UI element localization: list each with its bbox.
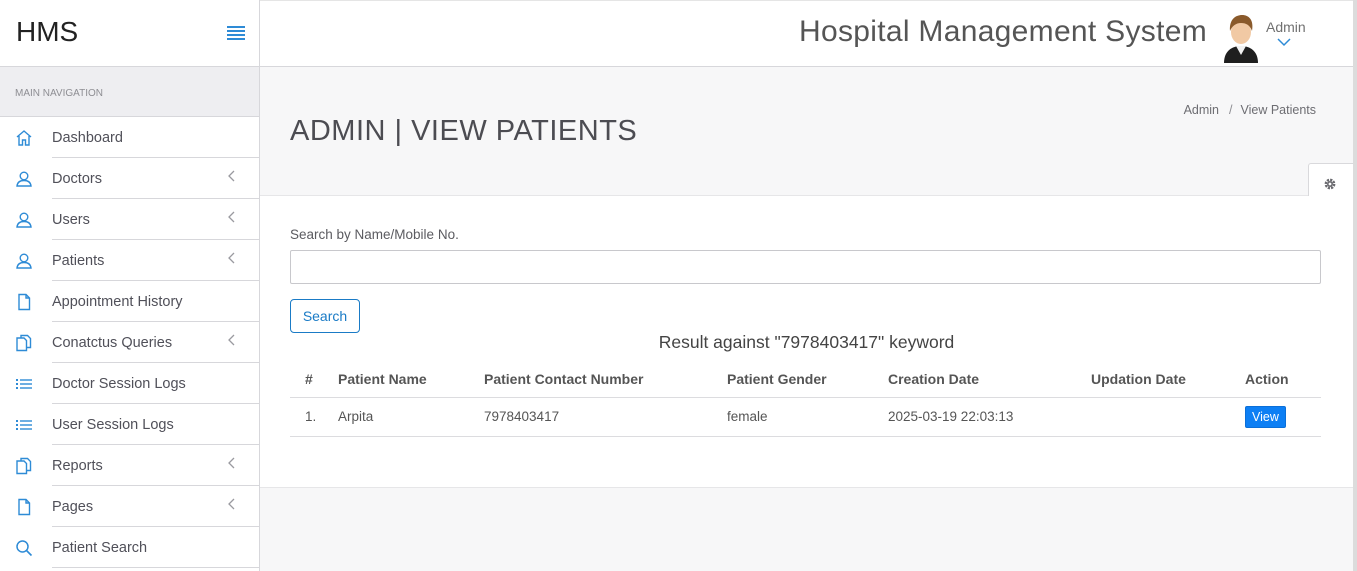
cell-index: 1. bbox=[290, 397, 338, 437]
column-header-created: Creation Date bbox=[888, 361, 1091, 398]
column-header-gender: Patient Gender bbox=[727, 361, 888, 398]
list-icon bbox=[14, 415, 34, 435]
brand-bar: HMS bbox=[0, 0, 259, 67]
sidebar-item-pages[interactable]: Pages bbox=[0, 486, 259, 527]
files-icon bbox=[14, 333, 34, 353]
column-header-name: Patient Name bbox=[338, 361, 484, 398]
chevron-left-icon bbox=[226, 250, 238, 266]
files-icon bbox=[14, 456, 34, 476]
sidebar-item-label: Doctor Session Logs bbox=[52, 376, 186, 392]
cell-gender: female bbox=[727, 397, 888, 437]
sidebar-item-label: User Session Logs bbox=[52, 417, 174, 433]
chevron-left-icon bbox=[226, 332, 238, 348]
page-header: ADMIN | VIEW PATIENTS Admin / View Patient… bbox=[260, 67, 1353, 196]
sidebar-item-conatctus-queries[interactable]: Conatctus Queries bbox=[0, 322, 259, 363]
user-avatar-icon[interactable] bbox=[1220, 11, 1262, 63]
user-icon bbox=[14, 251, 34, 271]
chevron-left-icon bbox=[226, 168, 238, 184]
column-header-action: Action bbox=[1245, 361, 1321, 398]
chevron-left-icon bbox=[226, 496, 238, 512]
brand-logo[interactable]: HMS bbox=[16, 16, 78, 48]
sidebar-item-label: Pages bbox=[52, 499, 94, 515]
view-button[interactable]: View bbox=[1245, 405, 1286, 428]
table-row: 1. Arpita 7978403417 female 2025-03-19 2… bbox=[290, 397, 1321, 437]
breadcrumb-admin[interactable]: Admin bbox=[1184, 103, 1219, 117]
search-button[interactable]: Search bbox=[290, 299, 360, 333]
sidebar-item-label: Users bbox=[52, 212, 90, 228]
menu-toggle-icon[interactable] bbox=[227, 26, 245, 40]
page-title: ADMIN | VIEW PATIENTS bbox=[290, 115, 638, 147]
home-icon bbox=[14, 128, 34, 148]
cell-name: Arpita bbox=[338, 397, 484, 437]
nav-header: MAIN NAVIGATION bbox=[0, 67, 259, 117]
search-input[interactable] bbox=[290, 250, 1321, 284]
page-scrollbar[interactable] bbox=[1353, 0, 1357, 571]
sidebar-item-user-session-logs[interactable]: User Session Logs bbox=[0, 404, 259, 445]
sidebar-item-label: Patient Search bbox=[52, 540, 148, 556]
file-icon bbox=[14, 292, 34, 312]
content-footer-area bbox=[260, 488, 1353, 571]
search-label: Search by Name/Mobile No. bbox=[290, 227, 459, 242]
sidebar-item-label: Appointment History bbox=[52, 294, 183, 310]
sidebar-item-doctor-session-logs[interactable]: Doctor Session Logs bbox=[0, 363, 259, 404]
sidebar-item-label: Doctors bbox=[52, 171, 102, 187]
sidebar-item-patient-search[interactable]: Patient Search bbox=[0, 527, 259, 568]
chevron-left-icon bbox=[226, 455, 238, 471]
column-header-index: # bbox=[290, 361, 338, 398]
result-heading: Result against "7978403417" keyword bbox=[658, 332, 955, 352]
sidebar-item-dashboard[interactable]: Dashboard bbox=[0, 117, 259, 158]
chevron-left-icon bbox=[226, 209, 238, 225]
sidebar-item-label: Patients bbox=[52, 253, 105, 269]
nav-list: Dashboard Doctors Users Patients Appointment… bbox=[0, 117, 259, 568]
app: HMS MAIN NAVIGATION Dashboard Doctors User… bbox=[0, 0, 1357, 571]
divider bbox=[52, 567, 259, 568]
sidebar-item-doctors[interactable]: Doctors bbox=[0, 158, 259, 199]
chevron-down-icon[interactable] bbox=[1277, 37, 1291, 47]
list-icon bbox=[14, 374, 34, 394]
breadcrumb-current: View Patients bbox=[1240, 103, 1316, 117]
gear-icon bbox=[1324, 178, 1336, 190]
sidebar-item-label: Reports bbox=[52, 458, 103, 474]
cell-contact: 7978403417 bbox=[484, 397, 727, 437]
table-header-row: # Patient Name Patient Contact Number Pa… bbox=[290, 361, 1321, 398]
cell-created: 2025-03-19 22:03:13 bbox=[888, 397, 1091, 437]
sidebar-item-patients[interactable]: Patients bbox=[0, 240, 259, 281]
sidebar-item-label: Conatctus Queries bbox=[52, 335, 173, 351]
search-icon bbox=[14, 538, 34, 558]
user-name[interactable]: Admin bbox=[1266, 19, 1306, 35]
cell-updated bbox=[1091, 397, 1245, 437]
column-header-updated: Updation Date bbox=[1091, 361, 1245, 398]
sidebar-item-reports[interactable]: Reports bbox=[0, 445, 259, 486]
sidebar-item-appointment-history[interactable]: Appointment History bbox=[0, 281, 259, 322]
user-icon bbox=[14, 169, 34, 189]
patients-table: # Patient Name Patient Contact Number Pa… bbox=[290, 361, 1321, 437]
breadcrumb: Admin / View Patients bbox=[1183, 103, 1316, 117]
topbar: Hospital Management System Admin bbox=[260, 0, 1357, 67]
sidebar-item-users[interactable]: Users bbox=[0, 199, 259, 240]
main-content: Search by Name/Mobile No. Search Result … bbox=[260, 196, 1353, 488]
sidebar-item-label: Dashboard bbox=[52, 130, 123, 146]
cell-action: View bbox=[1245, 397, 1321, 437]
user-icon bbox=[14, 210, 34, 230]
sidebar: HMS MAIN NAVIGATION Dashboard Doctors User… bbox=[0, 0, 260, 571]
column-header-contact: Patient Contact Number bbox=[484, 361, 727, 398]
file-icon bbox=[14, 497, 34, 517]
system-title: Hospital Management System bbox=[799, 15, 1207, 48]
